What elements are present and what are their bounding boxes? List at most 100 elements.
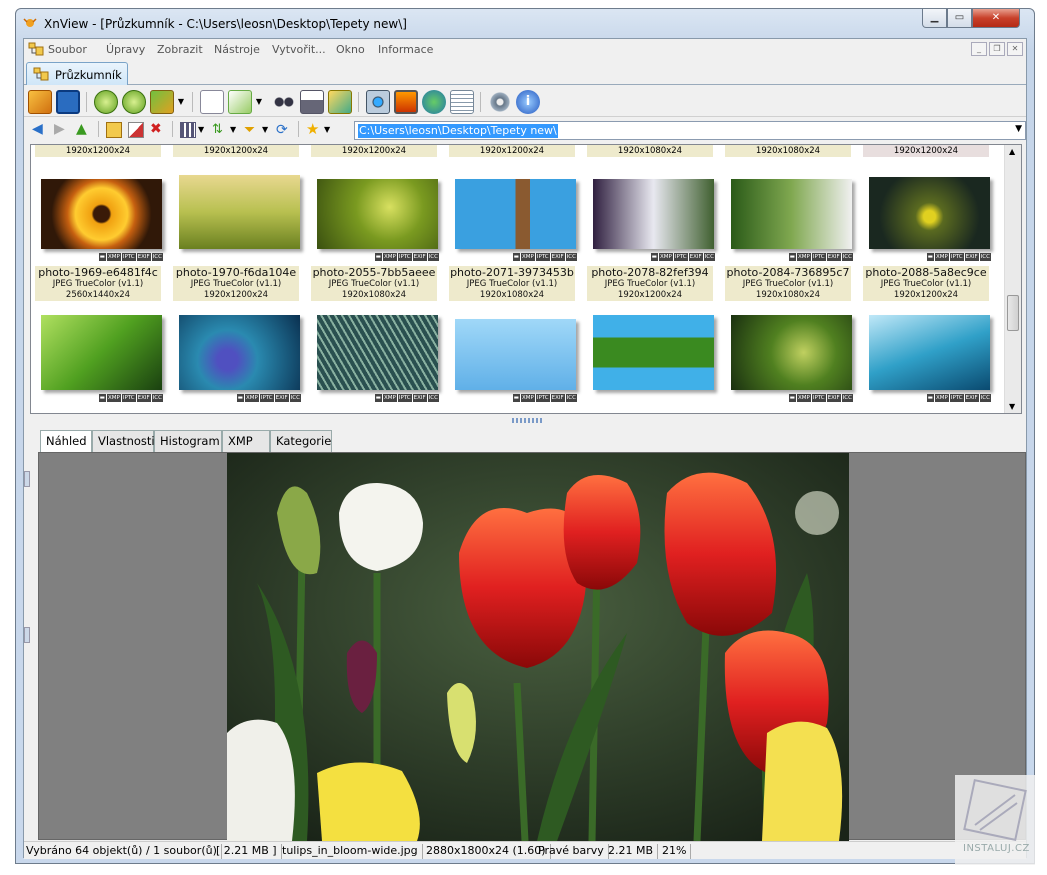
print-icon[interactable] [300, 90, 324, 114]
new-folder-icon[interactable] [106, 122, 122, 138]
slideshow-dropdown-icon[interactable]: ▼ [254, 90, 264, 114]
thumbnail-browser[interactable]: 1920x1200x24 1920x1200x24 1920x1200x24 1… [30, 144, 1022, 414]
menu-vytvorit[interactable]: Vytvořit... [272, 43, 326, 56]
forward-arrow-icon[interactable]: ▶ [54, 122, 70, 138]
back-arrow-icon[interactable]: ◀ [32, 122, 48, 138]
thumbnail-item[interactable]: ▬ XMP IPTC EXIF ICC [311, 315, 439, 413]
wallpaper-icon[interactable] [394, 90, 418, 114]
address-input[interactable]: C:\Users\leosn\Desktop\Tepety new\ ▼ [354, 121, 1026, 140]
open-image-icon[interactable] [28, 90, 52, 114]
info-icon[interactable]: i [516, 90, 540, 114]
thumbnail-item[interactable]: ▬ XMP IPTC EXIF ICC photo-2055-7bb5aeee JPEG… [311, 171, 439, 301]
menu-upravy[interactable]: Úpravy [106, 43, 145, 56]
view-mode-icon[interactable] [180, 122, 196, 138]
metadata-badges: ▬ XMP IPTC EXIF ICC [926, 394, 991, 402]
thumbnail-item[interactable]: ▬ XMP IPTC EXIF ICC [725, 315, 853, 413]
favorites-star-icon[interactable]: ★ [306, 122, 322, 138]
thumbnail-item[interactable]: ▬ XMP IPTC EXIF ICC photo-2071-3973453b JPEG… [449, 171, 577, 301]
watermark-text: INSTALUJ.CZ [963, 843, 1030, 854]
main-toolbar: ▼ ▼ i [24, 87, 1026, 117]
tab-xmp[interactable]: XMP [222, 430, 270, 452]
status-filesize: 2.21 MB [608, 844, 659, 859]
rotate-right-icon[interactable] [122, 90, 146, 114]
convert-dropdown-icon[interactable]: ▼ [176, 90, 186, 114]
mdi-minimize-button[interactable]: _ [971, 42, 987, 56]
mdi-restore-button[interactable]: ❐ [989, 42, 1005, 56]
thumb-dims: 1920x1080x24 [725, 145, 851, 157]
metadata-badges: ▬ XMP IPTC EXIF ICC [926, 253, 991, 261]
explorer-icon [28, 42, 44, 56]
thumbnail-item[interactable] [587, 315, 714, 413]
tab-nahled[interactable]: Náhled [40, 430, 92, 453]
menu-okno[interactable]: Okno [336, 43, 365, 56]
thumbnail-item[interactable]: ▬ XMP IPTC EXIF ICC photo-2078-82fef394 JPEG… [587, 171, 715, 301]
menu-informace[interactable]: Informace [378, 43, 433, 56]
thumbnail-scrollbar[interactable]: ▲ ▼ [1004, 145, 1021, 413]
metadata-badges: ▬ XMP IPTC EXIF ICC [788, 394, 853, 402]
fullscreen-icon[interactable] [56, 90, 80, 114]
menu-zobrazit[interactable]: Zobrazit [157, 43, 203, 56]
thumbnail-item[interactable]: ▬ XMP IPTC EXIF ICC photo-1969-e6481f4c JPEG… [35, 171, 163, 301]
sort-icon[interactable]: ⇅ [212, 122, 228, 138]
rotate-left-icon[interactable] [94, 90, 118, 114]
rename-icon[interactable] [128, 122, 144, 138]
thumbnail-item[interactable]: ▬ XMP IPTC EXIF ICC [173, 315, 301, 413]
menu-soubor[interactable]: Soubor [48, 43, 87, 56]
scroll-down-icon[interactable]: ▼ [1009, 402, 1015, 411]
address-dropdown-icon[interactable]: ▼ [1015, 124, 1022, 134]
close-button[interactable]: ✕ [972, 9, 1020, 28]
thumbnail-type: JPEG TrueColor (v1.1) [449, 279, 575, 290]
up-folder-icon[interactable]: ▲ [76, 122, 92, 138]
thumbnail-image [455, 179, 576, 249]
delete-icon[interactable]: ✖ [150, 122, 166, 138]
thumbnail-dims: 1920x1200x24 [173, 290, 299, 301]
webpage-icon[interactable] [328, 90, 352, 114]
convert-icon[interactable] [150, 90, 174, 114]
capture-icon[interactable] [366, 90, 390, 114]
horizontal-splitter[interactable] [24, 417, 1026, 425]
thumbnail-image [869, 315, 990, 390]
metadata-badges: ▬ XMP IPTC EXIF ICC [98, 394, 163, 402]
properties-icon[interactable] [200, 90, 224, 114]
slideshow-icon[interactable] [228, 90, 252, 114]
refresh-icon[interactable]: ⟳ [276, 122, 292, 138]
thumbnail-name: photo-2071-3973453b [449, 266, 575, 279]
scroll-thumb[interactable] [1007, 295, 1019, 331]
document-tabs: Průzkumník [24, 59, 1026, 85]
thumbnail-image [731, 179, 852, 249]
thumbnail-item[interactable]: ▬ XMP IPTC EXIF ICC photo-2088-5a8ec9ce JPEG… [863, 171, 991, 301]
network-icon[interactable] [422, 90, 446, 114]
status-color-mode: Pravé barvy [538, 844, 609, 859]
thumbnail-item[interactable]: ▬ XMP IPTC EXIF ICC [35, 315, 163, 413]
thumbnail-item[interactable]: ▬ XMP IPTC EXIF ICC [449, 315, 577, 413]
maximize-button[interactable]: ▭ [947, 9, 972, 28]
filter-icon[interactable]: ⏷ [244, 122, 260, 138]
navigation-toolbar: ◀ ▶ ▲ ✖ ▼ ⇅ ▼ ⏷ ▼ ⟳ ★ ▼ C:\Users\leosn\D… [24, 119, 1026, 141]
tab-histogram[interactable]: Histogram [154, 430, 222, 452]
status-total-size: [ 2.21 MB ] [216, 844, 282, 859]
thumbnail-image [179, 175, 300, 249]
thumbnail-item[interactable]: ▬ XMP IPTC EXIF ICC [863, 315, 991, 413]
mdi-close-button[interactable]: ✕ [1007, 42, 1023, 56]
title-bar[interactable]: XnView - [Průzkumník - C:\Users\leosn\De… [16, 9, 1034, 39]
contact-sheet-icon[interactable] [450, 90, 474, 114]
thumbnail-item[interactable]: ▬ XMP IPTC EXIF ICC photo-2084-736895c7 JPEG… [725, 171, 853, 301]
preview-panel[interactable] [38, 452, 1026, 841]
thumbnail-item[interactable]: photo-1970-f6da104e JPEG TrueColor (v1.1… [173, 171, 300, 301]
binoculars-icon[interactable] [272, 90, 296, 114]
tab-pruzkumnik[interactable]: Průzkumník [26, 62, 128, 85]
tab-kategorie[interactable]: Kategorie [270, 430, 332, 452]
minimize-button[interactable]: ▁ [922, 9, 947, 28]
thumbnail-name: photo-2088-5a8ec9ce [863, 266, 989, 279]
tulips-photo [227, 453, 849, 841]
scroll-up-icon[interactable]: ▲ [1009, 147, 1015, 156]
gear-icon[interactable] [488, 90, 512, 114]
menu-nastroje[interactable]: Nástroje [214, 43, 260, 56]
status-dimensions: 2880x1800x24 (1.60) [426, 844, 551, 859]
thumbnail-dims: 1920x1200x24 [587, 290, 713, 301]
left-panel-grip-icon[interactable] [24, 471, 30, 487]
left-panel-grip-icon[interactable] [24, 627, 30, 643]
favorites-dropdown-icon[interactable]: ▼ [324, 122, 340, 138]
thumb-dims: 1920x1200x24 [311, 145, 437, 157]
tab-vlastnosti[interactable]: Vlastnosti [92, 430, 155, 452]
